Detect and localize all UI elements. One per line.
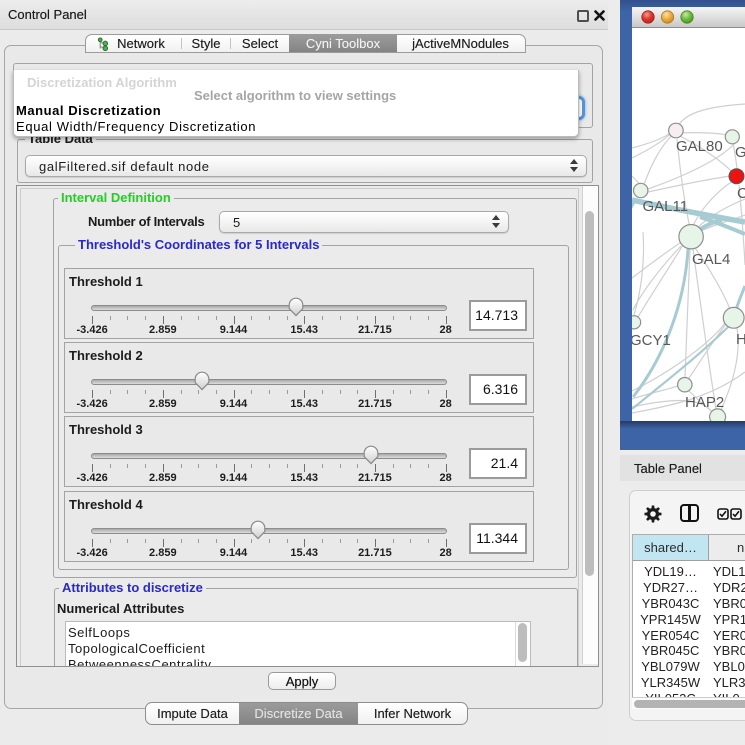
svg-text:GAL4: GAL4: [692, 251, 730, 268]
svg-text:HAP2: HAP2: [685, 394, 724, 411]
svg-text:GAL80: GAL80: [676, 138, 723, 155]
svg-text:C: C: [737, 185, 745, 202]
svg-text:H: H: [736, 331, 745, 348]
svg-text:GAL11: GAL11: [643, 198, 689, 215]
svg-text:GCY1: GCY1: [632, 332, 671, 349]
svg-text:G: G: [735, 144, 745, 161]
